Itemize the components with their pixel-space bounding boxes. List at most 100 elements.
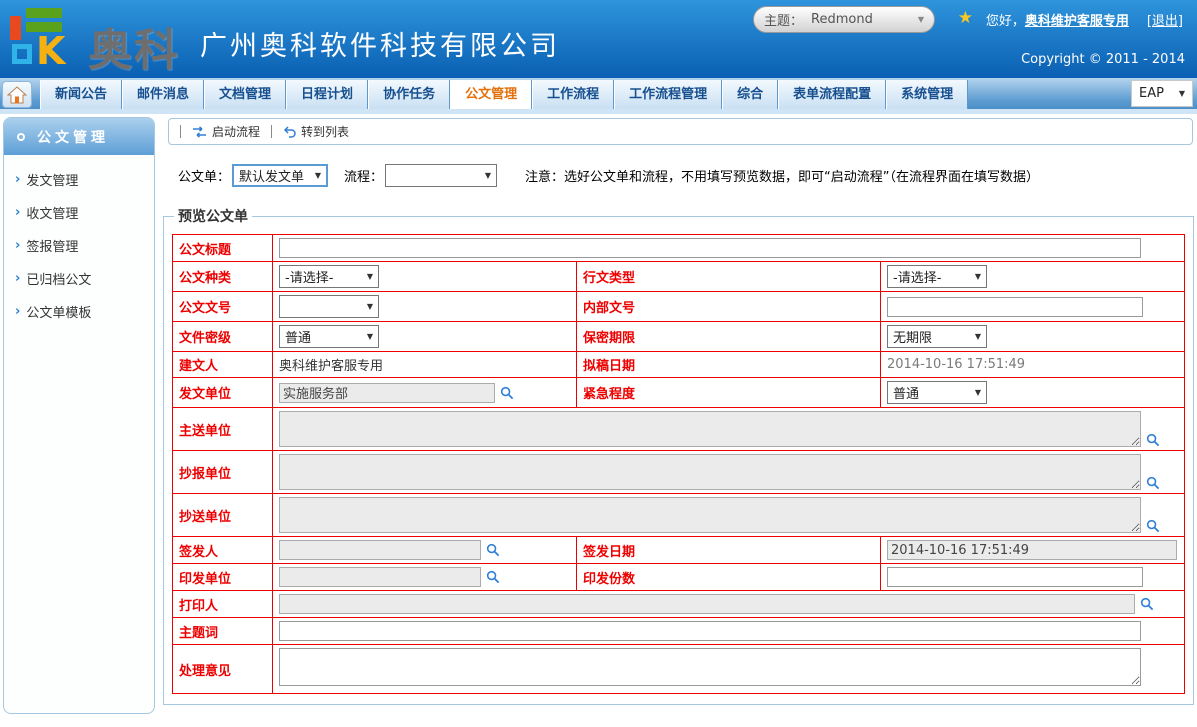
field-label-doc-title: 公文标题 <box>173 235 273 262</box>
table-row: 打印人 <box>173 591 1185 618</box>
table-row: 抄送单位 <box>173 494 1185 537</box>
nav-tab-schedule[interactable]: 日程计划 <box>286 80 368 109</box>
field-label-copy-report-unit: 抄报单位 <box>173 451 273 494</box>
nav-tab-docs[interactable]: 文档管理 <box>204 80 286 109</box>
sidebar-item-outgoing-docs[interactable]: › 发文管理 <box>4 163 154 196</box>
keywords-input[interactable] <box>279 621 1141 641</box>
doc-form-select[interactable]: 默认发文单 ▼ <box>232 164 328 187</box>
chevron-down-icon: ▼ <box>485 171 491 180</box>
eap-value: EAP <box>1139 86 1164 101</box>
table-row: 印发单位 印发份数 <box>173 564 1185 591</box>
search-icon[interactable] <box>1140 597 1154 611</box>
signer-input[interactable] <box>279 540 481 560</box>
nav-bottom-strip <box>0 109 1197 114</box>
table-row: 公文文号 ▼ 内部文号 <box>173 292 1185 322</box>
sidebar-item-incoming-docs[interactable]: › 收文管理 <box>4 196 154 229</box>
favorite-star-icon[interactable]: ★ <box>958 8 973 28</box>
doc-form-select-value: 默认发文单 <box>239 166 304 185</box>
field-label-main-send-unit: 主送单位 <box>173 408 273 451</box>
theme-select[interactable]: 主题： Redmond ▼ <box>753 6 935 33</box>
doc-kind-select[interactable]: -请选择- ▼ <box>279 265 379 288</box>
urgency-value: 普通 <box>893 383 919 402</box>
greeting-text: 您好， <box>986 10 1025 29</box>
nav-tab-tasks[interactable]: 协作任务 <box>368 80 450 109</box>
table-row: 建文人 奥科维护客服专用 拟稿日期 2014-10-16 17:51:49 <box>173 352 1185 378</box>
secrecy-period-select[interactable]: 无期限 ▼ <box>887 325 987 348</box>
nav-tab-form-flow-config[interactable]: 表单流程配置 <box>778 80 886 109</box>
writing-type-select[interactable]: -请选择- ▼ <box>887 265 987 288</box>
sidebar-item-sign-report[interactable]: › 签报管理 <box>4 229 154 262</box>
logout-link[interactable]: [退出] <box>1147 10 1183 29</box>
chevron-right-icon: › <box>15 304 20 319</box>
nav-tab-system-mgmt[interactable]: 系统管理 <box>886 80 968 109</box>
search-icon[interactable] <box>1146 476 1160 490</box>
doc-number-select[interactable]: ▼ <box>279 295 379 318</box>
field-label-doc-kind: 公文种类 <box>173 262 273 292</box>
field-label-sign-date: 签发日期 <box>577 537 881 564</box>
chevron-down-icon: ▼ <box>367 302 373 311</box>
nav-tab-mail[interactable]: 邮件消息 <box>122 80 204 109</box>
search-icon[interactable] <box>1146 433 1160 447</box>
nav-tab-workflow[interactable]: 工作流程 <box>532 80 614 109</box>
field-label-secrecy-level: 文件密级 <box>173 322 273 352</box>
field-label-internal-number: 内部文号 <box>577 292 881 322</box>
search-icon[interactable] <box>486 543 500 557</box>
go-to-list-button[interactable]: 转到列表 <box>283 123 349 140</box>
preview-form-table: 公文标题 公文种类 -请选择- ▼ 行文类型 -请选择- ▼ <box>172 234 1185 694</box>
sign-date-input[interactable] <box>887 540 1177 560</box>
field-label-doc-number: 公文文号 <box>173 292 273 322</box>
urgency-select[interactable]: 普通 ▼ <box>887 381 987 404</box>
field-label-draft-date: 拟稿日期 <box>577 352 881 378</box>
main-send-unit-textarea[interactable] <box>279 411 1141 447</box>
eap-select[interactable]: EAP ▼ <box>1131 80 1193 107</box>
start-flow-button[interactable]: 启动流程 <box>192 123 260 140</box>
search-icon[interactable] <box>486 570 500 584</box>
chevron-right-icon: › <box>15 238 20 253</box>
nav-tab-news[interactable]: 新闻公告 <box>40 80 122 109</box>
copyright-text: Copyright © 2011 - 2014 <box>1021 52 1185 67</box>
brand-name: 奥科 <box>88 14 180 78</box>
nav-tab-workflow-mgmt[interactable]: 工作流程管理 <box>614 80 722 109</box>
company-name: 广州奥科软件科技有限公司 <box>200 24 560 63</box>
nav-tab-official-docs[interactable]: 公文管理 <box>450 80 532 109</box>
secrecy-level-select[interactable]: 普通 ▼ <box>279 325 379 348</box>
main-nav: 新闻公告 邮件消息 文档管理 日程计划 协作任务 公文管理 工作流程 工作流程管… <box>0 78 1197 109</box>
sidebar-item-doc-templates[interactable]: › 公文单模板 <box>4 295 154 328</box>
app-header: K 奥科 广州奥科软件科技有限公司 主题： Redmond ▼ ★ 您好， 奥科… <box>0 0 1197 78</box>
selector-row: 公文单： 默认发文单 ▼ 流程： ▼ 注意：选好公文单和流程，不用填写预览数据，… <box>178 164 1039 187</box>
sidebar-item-label: 发文管理 <box>26 170 78 189</box>
copy-send-unit-textarea[interactable] <box>279 497 1141 533</box>
note-text: 注意：选好公文单和流程，不用填写预览数据，即可“启动流程”（在流程界面在填写数据… <box>525 166 1039 185</box>
nav-tab-general[interactable]: 综合 <box>722 80 778 109</box>
sidebar-item-label: 公文单模板 <box>26 302 91 321</box>
table-row: 公文种类 -请选择- ▼ 行文类型 -请选择- ▼ <box>173 262 1185 292</box>
field-label-issuing-unit: 发文单位 <box>173 378 273 408</box>
copy-report-unit-textarea[interactable] <box>279 454 1141 490</box>
preview-legend: 预览公文单 <box>174 206 252 226</box>
chevron-down-icon: ▼ <box>367 332 373 341</box>
field-label-writing-type: 行文类型 <box>577 262 881 292</box>
current-user-link[interactable]: 奥科维护客服专用 <box>1025 10 1129 29</box>
internal-number-input[interactable] <box>887 297 1143 317</box>
nav-tabs: 新闻公告 邮件消息 文档管理 日程计划 协作任务 公文管理 工作流程 工作流程管… <box>40 80 968 109</box>
print-unit-input[interactable] <box>279 567 481 587</box>
print-copies-input[interactable] <box>887 567 1143 587</box>
search-icon[interactable] <box>1146 519 1160 533</box>
preview-fieldset: 预览公文单 公文标题 公文种类 -请选择- ▼ 行文类型 <box>163 206 1194 705</box>
sidebar-item-label: 已归档公文 <box>26 269 91 288</box>
home-button[interactable] <box>2 81 32 108</box>
secrecy-level-value: 普通 <box>285 327 311 346</box>
table-row: 公文标题 <box>173 235 1185 262</box>
secrecy-period-value: 无期限 <box>893 327 932 346</box>
sidebar-item-archived-docs[interactable]: › 已归档公文 <box>4 262 154 295</box>
issuing-unit-input[interactable] <box>279 383 495 403</box>
field-label-creator: 建文人 <box>173 352 273 378</box>
field-label-signer: 签发人 <box>173 537 273 564</box>
doc-title-input[interactable] <box>279 238 1141 258</box>
back-arrow-icon <box>283 126 296 138</box>
handling-opinion-textarea[interactable] <box>279 648 1141 686</box>
chevron-down-icon: ▼ <box>1179 89 1185 98</box>
flow-select[interactable]: ▼ <box>385 164 497 187</box>
search-icon[interactable] <box>500 386 514 400</box>
printer-input[interactable] <box>279 594 1135 614</box>
